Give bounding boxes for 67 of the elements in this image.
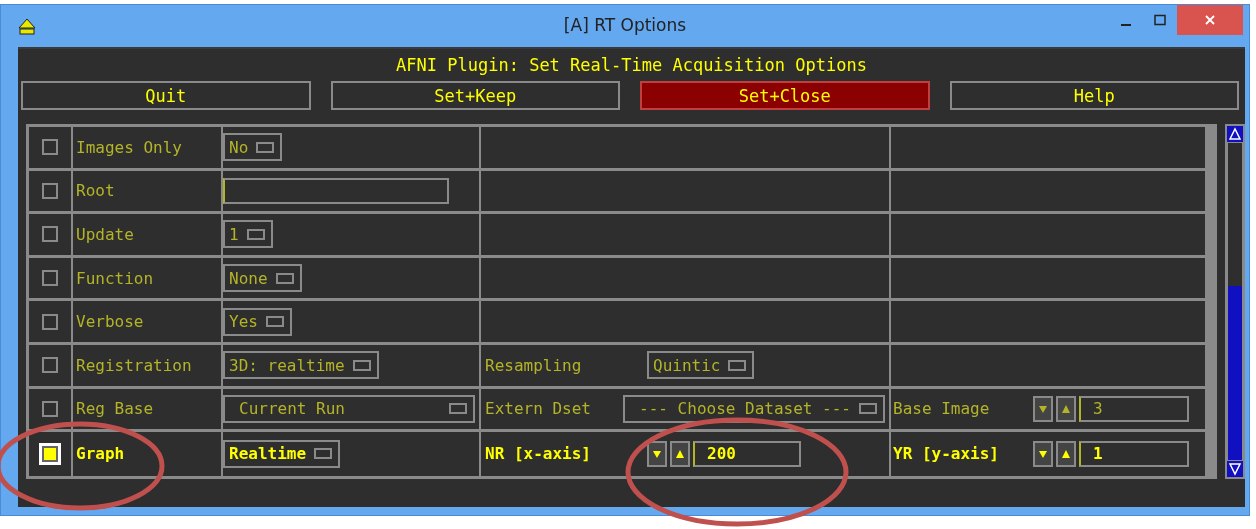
checkbox[interactable] xyxy=(42,182,58,199)
minimize-icon xyxy=(1121,23,1131,26)
decrement-button[interactable] xyxy=(1033,395,1053,422)
checkbox[interactable] xyxy=(42,357,58,374)
up-triangle-icon xyxy=(1061,448,1071,459)
action-button[interactable]: Quit xyxy=(21,81,311,110)
number-field[interactable]: 1 xyxy=(1079,440,1189,467)
scrollbar[interactable] xyxy=(1225,124,1245,479)
option-menu[interactable]: Quintic xyxy=(647,351,755,380)
menu-indicator-icon xyxy=(275,272,294,284)
menu-indicator-icon xyxy=(449,403,467,415)
option-label: Graph xyxy=(76,444,125,464)
menu-indicator-icon xyxy=(728,359,747,371)
decrement-button[interactable] xyxy=(647,440,667,467)
option-menu[interactable]: 3D: realtime xyxy=(223,351,379,380)
checkbox[interactable] xyxy=(42,400,58,417)
option-label: Update xyxy=(76,225,134,244)
option-label: YR [y-axis] xyxy=(893,444,1000,464)
action-button[interactable]: Help xyxy=(949,81,1239,110)
plugin-header: AFNI Plugin: Set Real-Time Acquisition Options xyxy=(395,54,868,77)
close-button[interactable] xyxy=(1177,5,1243,35)
option-menu[interactable]: Realtime xyxy=(223,439,341,468)
text-field[interactable] xyxy=(223,177,449,204)
menu-indicator-icon xyxy=(859,403,877,415)
menu-indicator-icon xyxy=(256,141,275,153)
option-label: Base Image xyxy=(893,399,991,419)
close-icon xyxy=(1204,14,1216,26)
down-triangle-icon xyxy=(652,448,662,459)
option-label: Reg Base xyxy=(76,399,154,419)
option-menu[interactable]: None xyxy=(223,264,302,293)
action-button[interactable]: Set+Close xyxy=(640,81,930,110)
option-label: Registration xyxy=(76,355,192,375)
down-triangle-icon xyxy=(1038,403,1048,414)
option-menu[interactable]: Yes xyxy=(223,307,292,336)
down-triangle-icon xyxy=(1038,448,1048,459)
checkbox[interactable] xyxy=(42,226,58,243)
checkbox[interactable] xyxy=(42,313,58,330)
decrement-button[interactable] xyxy=(1033,440,1053,467)
increment-button[interactable] xyxy=(670,440,690,467)
option-menu[interactable]: --- Choose Dataset --- xyxy=(623,394,885,423)
menu-indicator-icon xyxy=(246,229,265,240)
window-title: [A] RT Options xyxy=(563,15,687,35)
maximize-icon xyxy=(1154,14,1166,26)
increment-button[interactable] xyxy=(1056,395,1076,422)
option-label: Verbose xyxy=(76,312,144,332)
menu-indicator-icon xyxy=(314,448,333,460)
option-menu[interactable]: Current Run xyxy=(223,394,475,423)
scroll-thumb[interactable] xyxy=(1228,285,1242,460)
menu-indicator-icon xyxy=(265,316,284,328)
scroll-up-icon[interactable] xyxy=(1227,126,1243,142)
number-field[interactable]: 3 xyxy=(1079,395,1189,422)
option-label: Function xyxy=(76,268,154,288)
option-label: Images Only xyxy=(76,137,182,157)
option-label: NR [x-axis] xyxy=(484,444,592,464)
option-menu[interactable]: 1 xyxy=(223,220,273,249)
checkbox[interactable] xyxy=(42,270,58,287)
menu-indicator-icon xyxy=(352,359,371,371)
number-field[interactable]: 200 xyxy=(693,440,801,467)
up-triangle-icon xyxy=(675,448,685,459)
action-button[interactable]: Set+Keep xyxy=(330,81,620,110)
option-label: Extern Dset xyxy=(484,399,592,419)
option-label: Root xyxy=(76,181,115,201)
option-label: Resampling xyxy=(484,355,583,375)
checkbox[interactable] xyxy=(42,139,58,156)
option-menu[interactable]: No xyxy=(223,133,283,162)
up-triangle-icon xyxy=(1061,403,1071,414)
increment-button[interactable] xyxy=(1056,440,1076,467)
